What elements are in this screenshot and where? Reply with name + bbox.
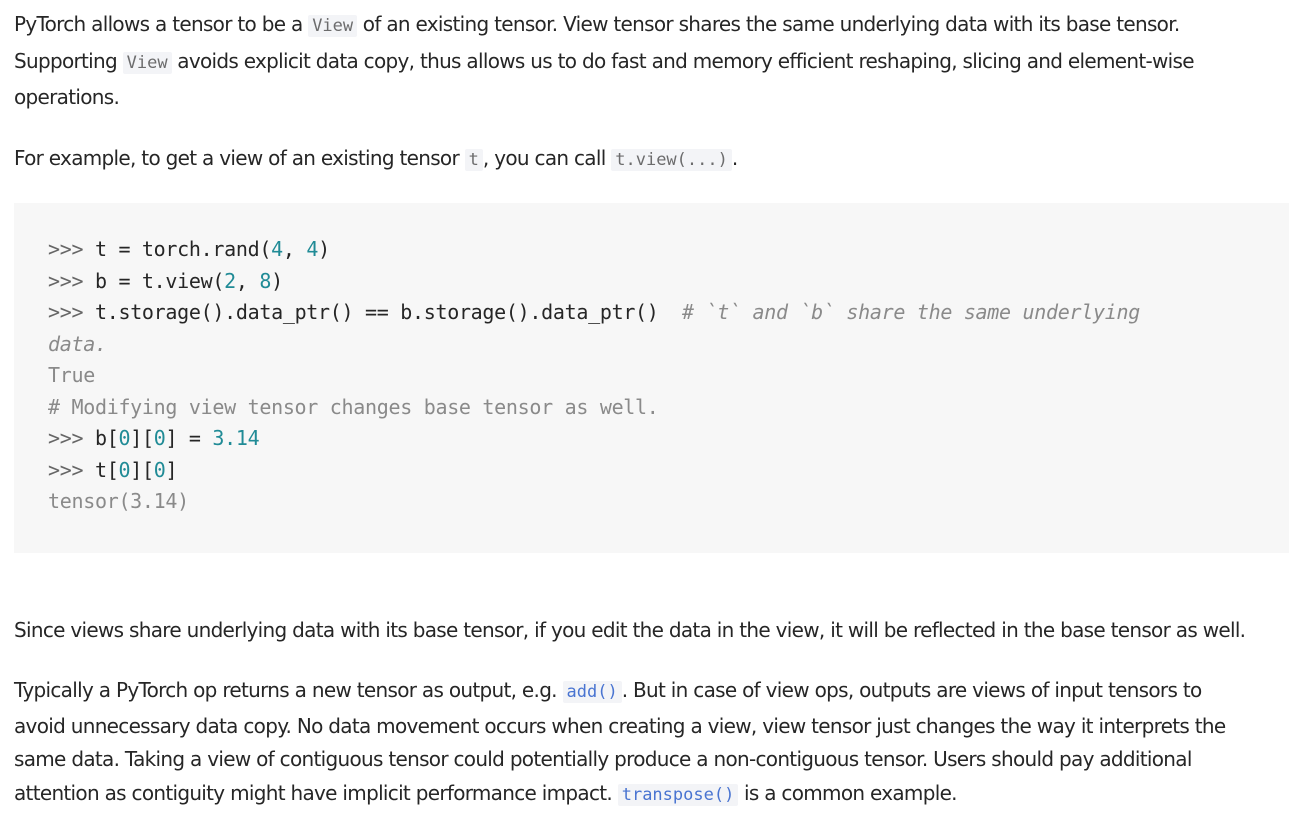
para4-line3: same data. Taking a view of contiguous t…	[14, 747, 1192, 771]
para2: For example, to get a view of an existin…	[14, 146, 738, 171]
code-line-1: >>> t = torch.rand(4, 4)	[48, 237, 330, 261]
para4-line2: avoid unnecessary data copy. No data mov…	[14, 714, 1226, 738]
para1-line3: operations.	[14, 85, 120, 109]
para4-line4: attention as contiguity might have impli…	[14, 781, 958, 806]
code-comment: # `t` and `b` share the same underlying	[658, 300, 1140, 324]
para4-line1: Typically a PyTorch op returns a new ten…	[14, 678, 1202, 703]
code-comment-line: # Modifying view tensor changes base ten…	[48, 394, 659, 419]
code-output-true: True	[48, 363, 95, 387]
code-line-2: >>> b = t.view(2, 8)	[48, 268, 283, 293]
code-line-3-wrap: data.	[48, 331, 107, 356]
inline-code-view: View	[122, 52, 172, 74]
para1-line1: PyTorch allows a tensor to be a View of …	[14, 12, 1180, 37]
para1-line2: Supporting View avoids explicit data cop…	[14, 49, 1195, 74]
code-output-tensor: tensor(3.14)	[48, 489, 189, 513]
para3: Since views share underlying data with i…	[14, 618, 1246, 642]
code-line-3: >>> t.storage().data_ptr() == b.storage(…	[48, 300, 1140, 324]
inline-code-t-view: t.view(...)	[611, 149, 732, 171]
inline-code-t: t	[464, 149, 483, 171]
link-add[interactable]: add()	[562, 681, 622, 703]
inline-code-view: View	[308, 15, 358, 37]
link-transpose[interactable]: transpose()	[617, 784, 739, 806]
code-line-7: >>> t[0][0]	[48, 457, 178, 482]
code-line-6: >>> b[0][0] = 3.14	[48, 426, 260, 450]
code-block: >>> t = torch.rand(4, 4) >>> b = t.view(…	[14, 203, 1289, 553]
